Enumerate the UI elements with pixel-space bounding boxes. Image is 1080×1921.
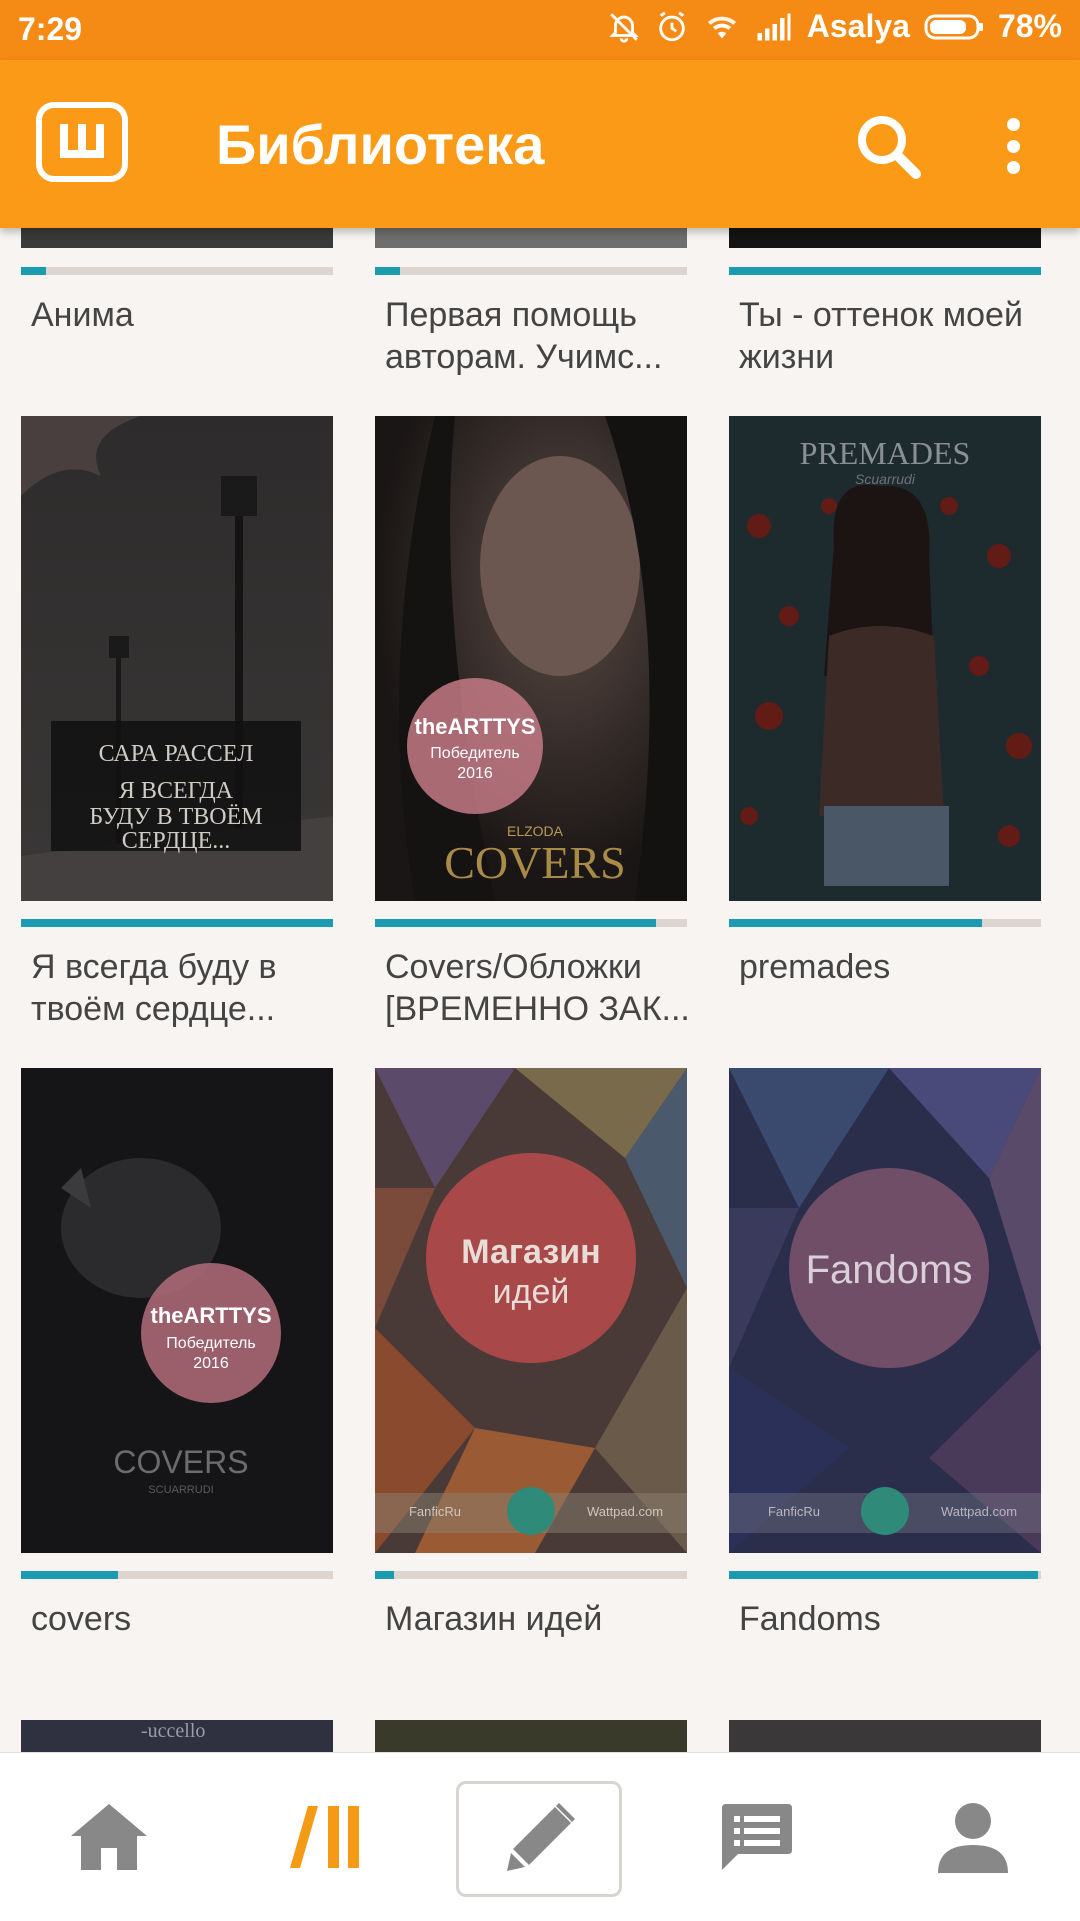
library-grid[interactable]: Анима Первая помощь авторам. Учимс... Ты… [0, 0, 1080, 1752]
cover-title-line: Я ВСЕГДА [119, 778, 234, 804]
book-title[interactable]: Ты - оттенок моей жизни [739, 294, 1059, 378]
mute-bell-icon [607, 10, 641, 44]
book-cover[interactable]: theARTTYS Победитель 2016 COVERS SCUARRU… [21, 1068, 333, 1553]
more-vert-icon [1006, 139, 1020, 153]
cover-title-line: идей [493, 1273, 570, 1311]
cover-badge-text: 2016 [457, 765, 493, 782]
pencil-icon [507, 1803, 575, 1871]
book-title[interactable]: Первая помощь авторам. Учимс... [385, 294, 705, 378]
book-card[interactable]: theARTTYS Победитель 2016 ELZODA COVERS … [375, 416, 690, 1036]
cover-subtitle: Scuarrudi [855, 471, 916, 487]
book-cover[interactable]: theARTTYS Победитель 2016 ELZODA COVERS [375, 416, 687, 901]
cover-badge-text: Победитель [166, 1335, 255, 1352]
cover-badge-text: theARTTYS [415, 714, 536, 739]
cover-subtitle: SCUARRUDI [148, 1484, 213, 1496]
book-cover[interactable]: Fandoms FanficRu Wattpad.com [729, 1068, 1041, 1553]
messages-icon [722, 1804, 792, 1870]
book-cover[interactable] [375, 1720, 687, 1752]
book-title[interactable]: premades [739, 946, 1059, 988]
reading-progress-fill [729, 1571, 1038, 1579]
cover-title-line: Магазин [461, 1233, 600, 1271]
reading-progress-fill [21, 919, 333, 927]
status-time: 7:29 [18, 11, 83, 47]
home-icon [71, 1804, 147, 1870]
more-options-button[interactable] [990, 110, 1036, 182]
more-vert-icon [1006, 118, 1020, 131]
reading-progress [21, 1571, 333, 1579]
reading-progress-fill [375, 267, 400, 275]
reading-progress [21, 919, 333, 927]
book-title[interactable]: covers [31, 1598, 351, 1640]
reading-progress [729, 1571, 1041, 1579]
cover-badge-text: Победитель [430, 745, 519, 762]
nav-messages[interactable] [700, 1753, 810, 1921]
nav-profile[interactable] [918, 1753, 1028, 1921]
book-title[interactable]: Fandoms [739, 1598, 1059, 1640]
nav-library[interactable] [270, 1753, 380, 1921]
wifi-icon [703, 10, 741, 44]
book-cover[interactable]: -uccello [21, 1720, 333, 1752]
cover-footer-text: Wattpad.com [587, 1504, 663, 1519]
book-title[interactable]: Covers/Обложки [ВРЕМЕННО ЗАК... [385, 946, 705, 1030]
alarm-icon [655, 10, 689, 44]
status-carrier: Asalya [806, 8, 910, 44]
cover-author: САРА РАССЕЛ [99, 741, 254, 767]
cover-footer-text: FanficRu [768, 1504, 820, 1519]
reading-progress [21, 267, 333, 275]
cover-badge-text: 2016 [193, 1355, 229, 1372]
cover-badge-text: theARTTYS [151, 1303, 272, 1328]
signal-icon [755, 12, 793, 42]
search-button[interactable] [848, 106, 928, 186]
cover-footer-text: Wattpad.com [941, 1504, 1017, 1519]
cover-title: -uccello [141, 1720, 206, 1742]
status-battery: 78% [997, 8, 1062, 44]
book-cover[interactable]: PREMADES Scuarrudi [729, 416, 1041, 901]
reading-progress-fill [21, 1571, 118, 1579]
library-icon [290, 1806, 359, 1868]
book-card[interactable]: САРА РАССЕЛ Я ВСЕГДА БУДУ В ТВОЁМ СЕРДЦЕ… [21, 416, 333, 1036]
wattpad-logo-icon[interactable] [36, 102, 128, 182]
search-icon [858, 116, 921, 179]
status-bar: 7:29 Asalya 78% [0, 0, 1080, 60]
cover-footer-text: FanficRu [409, 1504, 461, 1519]
book-title[interactable]: Магазин идей [385, 1598, 705, 1640]
reading-progress-fill [375, 1571, 394, 1579]
reading-progress [375, 919, 687, 927]
book-card[interactable]: Магазин идей FanficRu Wattpad.com Магази… [375, 1068, 687, 1688]
book-cover[interactable] [729, 1720, 1041, 1752]
profile-icon [938, 1803, 1008, 1873]
app-bar: Библиотека [0, 60, 1080, 228]
book-title[interactable]: Анима [31, 294, 351, 336]
reading-progress [729, 919, 1041, 927]
nav-home[interactable] [54, 1753, 164, 1921]
reading-progress [375, 1571, 687, 1579]
nav-write-button[interactable] [456, 1781, 622, 1897]
reading-progress [729, 267, 1041, 275]
book-cover[interactable]: САРА РАССЕЛ Я ВСЕГДА БУДУ В ТВОЁМ СЕРДЦЕ… [21, 416, 333, 901]
cover-title-line: БУДУ В ТВОЁМ [89, 804, 262, 830]
book-card[interactable]: theARTTYS Победитель 2016 COVERS SCUARRU… [21, 1068, 333, 1688]
bottom-nav [0, 1752, 1080, 1921]
book-cover[interactable]: Магазин идей FanficRu Wattpad.com [375, 1068, 687, 1553]
book-card[interactable]: PREMADES Scuarrudi premades [729, 416, 1041, 1036]
page-title: Библиотека [216, 113, 545, 176]
battery-icon [924, 13, 984, 41]
book-card[interactable]: Fandoms FanficRu Wattpad.com Fandoms [729, 1068, 1041, 1688]
book-title[interactable]: Я всегда буду в твоём сердце... [31, 946, 351, 1030]
reading-progress-fill [729, 919, 982, 927]
cover-title: COVERS [113, 1444, 248, 1480]
reading-progress-fill [729, 267, 1041, 275]
reading-progress-fill [21, 267, 46, 275]
cover-title: PREMADES [800, 435, 971, 471]
reading-progress-fill [375, 919, 656, 927]
more-vert-icon [1006, 161, 1020, 174]
reading-progress [375, 267, 687, 275]
cover-title: COVERS [444, 837, 625, 888]
cover-title-line: СЕРДЦЕ... [122, 828, 231, 854]
cover-title: Fandoms [806, 1248, 973, 1292]
